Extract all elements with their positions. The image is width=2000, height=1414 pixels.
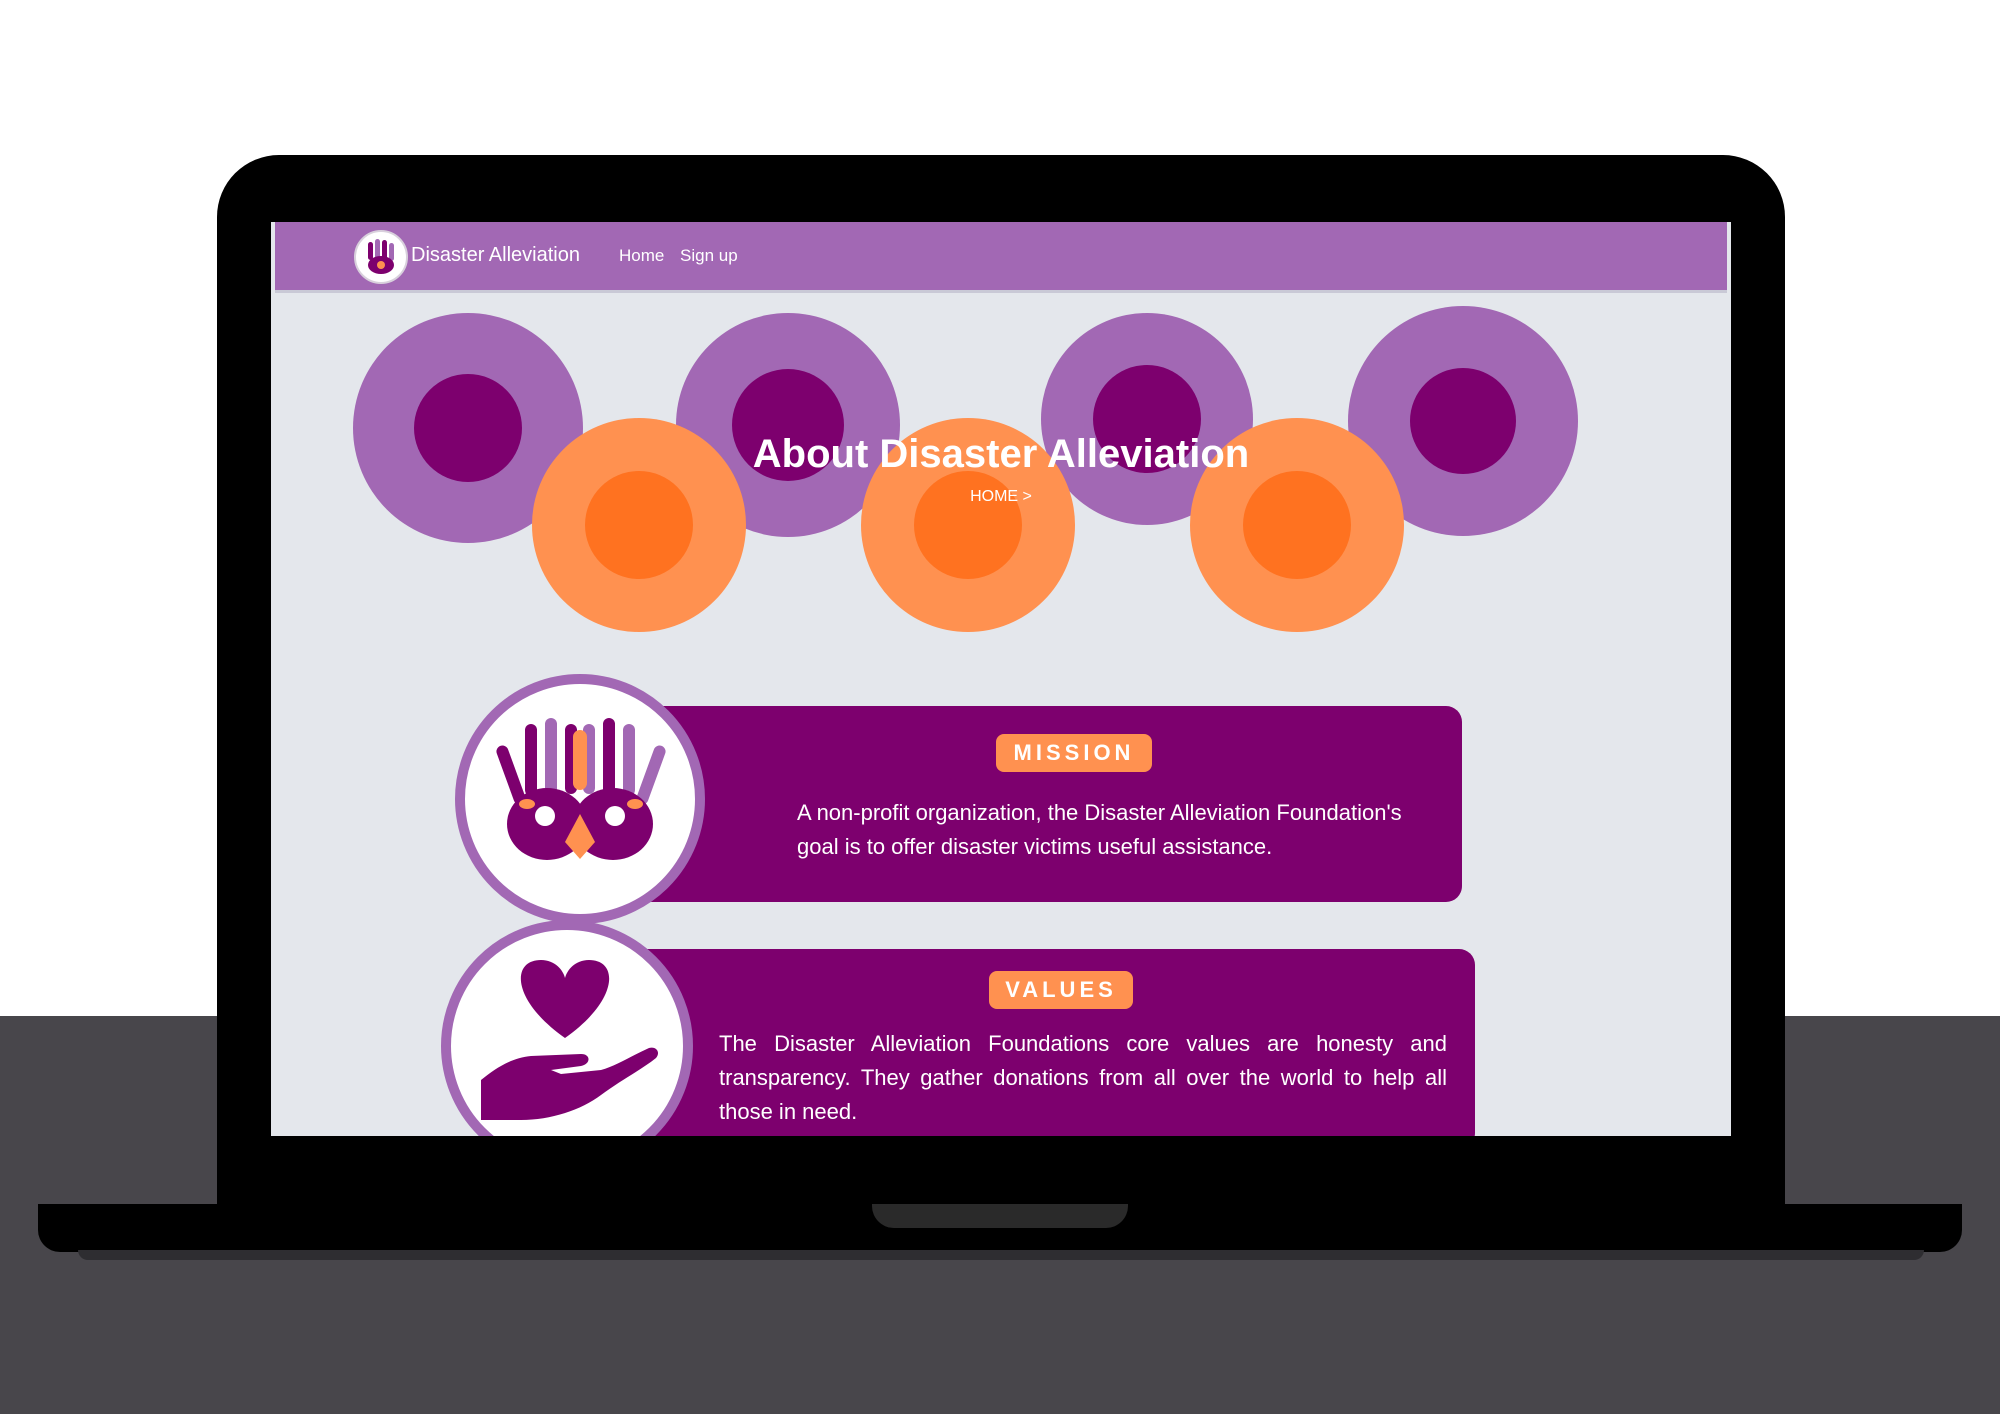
mission-text: A non-profit organization, the Disaster …: [797, 800, 1402, 859]
values-badge: VALUES: [989, 971, 1133, 1009]
breadcrumb[interactable]: HOME >: [271, 488, 1731, 506]
mission-badge: MISSION: [996, 734, 1152, 772]
laptop-base-shadow: [78, 1250, 1924, 1260]
handprints-icon: [455, 674, 705, 924]
page-title: About Disaster Alleviation: [752, 432, 1250, 476]
laptop-notch: [872, 1204, 1128, 1228]
values-card: VALUES The Disaster Alleviation Foundati…: [571, 949, 1475, 1136]
laptop-screen: Disaster Alleviation Home Sign up About …: [271, 222, 1731, 1136]
values-text: The Disaster Alleviation Foundations cor…: [719, 1031, 1447, 1124]
